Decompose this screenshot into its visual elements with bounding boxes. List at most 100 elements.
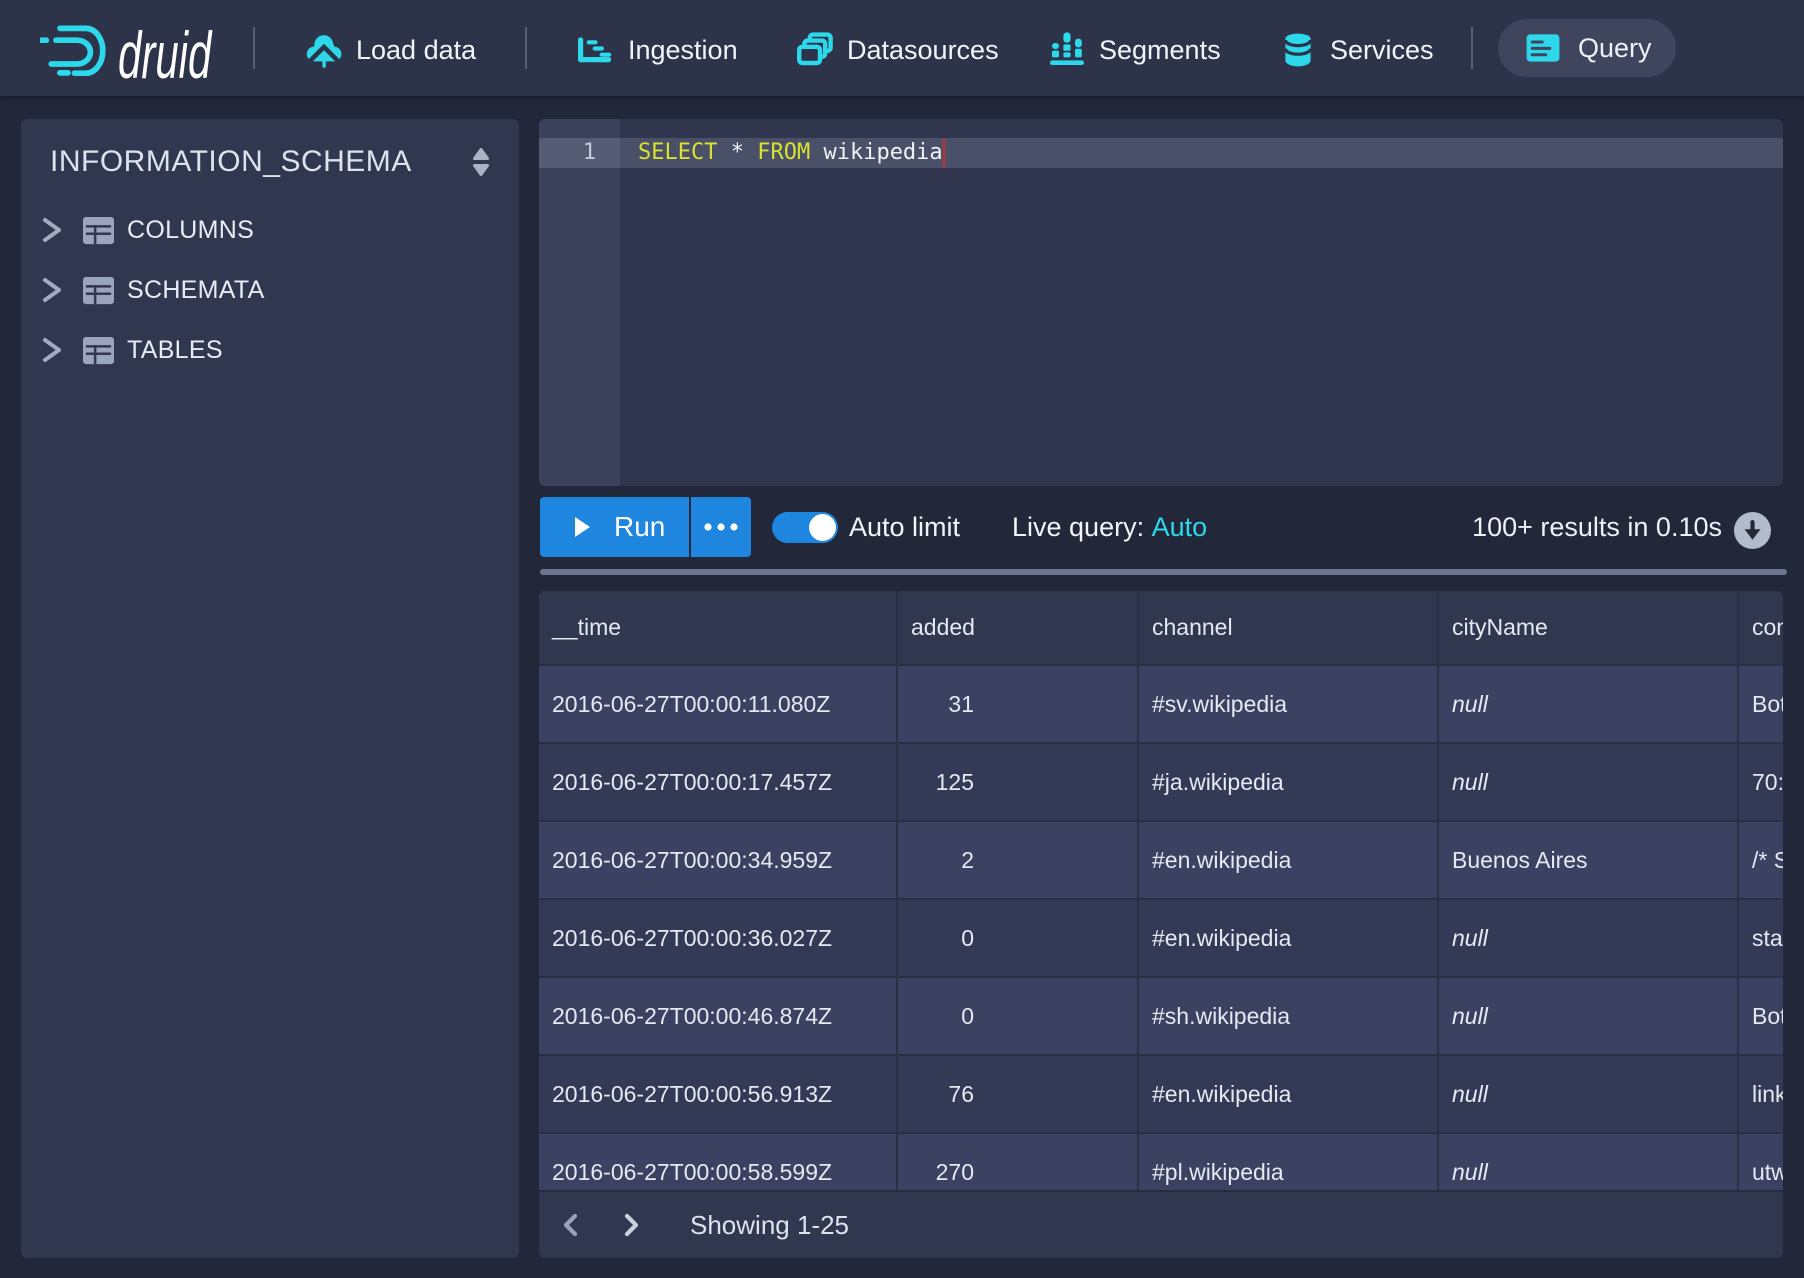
table-cell[interactable]: 2 [898,822,1139,900]
nav-label-load-data: Load data [356,35,476,66]
run-button-label: Run [614,511,665,543]
null-value: null [1452,1159,1488,1186]
nav-item-load-data[interactable]: Load data [306,2,476,98]
tree-item-label: SCHEMATA [127,276,265,305]
grouped-bar-chart-icon [1049,32,1085,68]
null-value: null [1452,691,1488,718]
results-panel: __timeaddedchannelcityNamecomment 2016-0… [539,591,1783,1258]
next-page-button[interactable] [620,1203,644,1247]
column-header-added[interactable]: added [898,591,1139,666]
numeric-value: 31 [911,691,974,718]
table-cell[interactable]: 76 [898,1056,1139,1134]
nav-label-services: Services [1330,35,1434,66]
column-header-cityName[interactable]: cityName [1439,591,1739,666]
null-value: null [1452,1081,1488,1108]
sql-editor[interactable]: 1 SELECT * FROM wikipedia [539,119,1783,486]
table-cell[interactable]: null [1439,1056,1739,1134]
table-cell[interactable]: stats: updated infobox [1739,900,1783,978]
more-icon [701,522,741,532]
nav-label-datasources: Datasources [847,35,999,66]
table-cell[interactable]: 70:32:... [1739,744,1783,822]
table-icon [83,335,114,366]
auto-limit-toggle[interactable] [772,512,838,543]
table-cell[interactable]: 2016-06-27T00:00:36.027Z [539,900,898,978]
numeric-value: 125 [911,769,974,796]
table-cell[interactable]: links [1739,1056,1783,1134]
table-cell[interactable]: #sh.wikipedia [1139,978,1439,1056]
live-query-value: Auto [1152,512,1208,542]
nav-divider-2 [525,27,527,69]
run-button[interactable]: Run [540,497,689,557]
gantt-chart-icon [578,32,614,68]
table-row: 2016-06-27T00:00:36.027Z0#en.wikipedianu… [539,900,1783,978]
prev-page-button[interactable] [558,1203,582,1247]
table-cell[interactable]: Buenos Aires [1439,822,1739,900]
column-header-comment[interactable]: comment [1739,591,1783,666]
table-cell[interactable]: 2016-06-27T00:00:34.959Z [539,822,898,900]
tree-item-label: COLUMNS [127,216,254,245]
chevron-right-icon [620,1208,644,1242]
auto-limit-label: Auto limit [849,497,960,557]
download-icon[interactable] [1734,512,1771,549]
table-cell[interactable]: #sv.wikipedia [1139,666,1439,744]
schema-sidebar: INFORMATION_SCHEMA COLUMNS SCHEMATA TABLES [21,119,519,1258]
tree-item-tables[interactable]: TABLES [21,320,519,380]
table-cell[interactable]: null [1439,666,1739,744]
table-cell[interactable]: 2016-06-27T00:00:17.457Z [539,744,898,822]
nav-item-datasources[interactable]: Datasources [797,2,999,98]
table-cell[interactable]: 125 [898,744,1139,822]
nav-item-segments[interactable]: Segments [1049,2,1221,98]
table-cell[interactable]: 0 [898,978,1139,1056]
numeric-value: 2 [911,847,974,874]
table-row: 2016-06-27T00:00:46.874Z0#sh.wikipedianu… [539,978,1783,1056]
table-cell[interactable]: 0 [898,900,1139,978]
chevron-right-icon[interactable] [40,276,64,304]
play-icon [566,512,596,542]
editor-gutter [539,119,620,486]
results-info-text: 100+ results in 0.10s [1472,497,1722,557]
schema-tree: COLUMNS SCHEMATA TABLES [21,200,519,380]
chevron-left-icon [558,1208,582,1242]
database-icon [1280,32,1316,68]
table-row: 2016-06-27T00:00:34.959Z 2 #en.wikipediaBu… [539,822,1783,900]
chevron-right-icon[interactable] [40,336,64,364]
nav-item-services[interactable]: Services [1280,2,1434,98]
text-cursor [942,138,946,168]
table-cell[interactable]: #en.wikipedia [1139,900,1439,978]
table-cell[interactable]: Bot: Automatska zamjena teksta [1739,978,1783,1056]
chevron-right-icon[interactable] [40,216,64,244]
table-cell[interactable]: 2016-06-27T00:00:11.080Z [539,666,898,744]
table-cell[interactable]: 2016-06-27T00:00:46.874Z [539,978,898,1056]
druid-wordmark-text: druid [118,18,213,80]
table-cell[interactable]: null [1439,744,1739,822]
run-bar: Run Auto limit Live query: Auto 100+ res… [539,497,1783,557]
column-header-time[interactable]: __time [539,591,898,666]
tree-item-label: TABLES [127,336,223,365]
null-value: null [1452,769,1488,796]
nav-item-ingestion[interactable]: Ingestion [578,2,738,98]
sql-query-text[interactable]: SELECT * FROM wikipedia [638,138,946,168]
horizontal-splitter[interactable] [540,569,1787,575]
table-header-row: __timeaddedchannelcityNamecomment [539,591,1783,666]
tree-item-columns[interactable]: COLUMNS [21,200,519,260]
schema-select-value: INFORMATION_SCHEMA [50,145,412,179]
table-cell[interactable]: /* Status of peremptory norms under inte… [1739,822,1783,900]
table-cell[interactable]: null [1439,900,1739,978]
table-cell[interactable]: 2016-06-27T00:00:56.913Z [539,1056,898,1134]
table-cell[interactable]: #ja.wikipedia [1139,744,1439,822]
druid-logo-icon[interactable] [40,14,110,82]
live-query-label: Live query: [1012,512,1144,542]
table-cell[interactable]: null [1439,978,1739,1056]
schema-select[interactable]: INFORMATION_SCHEMA [50,129,505,195]
live-query-control[interactable]: Live query: Auto [1012,497,1207,557]
table-cell[interactable]: 31 [898,666,1139,744]
column-header-channel[interactable]: channel [1139,591,1439,666]
table-cell[interactable]: Botskapande Indonesien omdirigering [1739,666,1783,744]
run-more-button[interactable] [691,497,751,557]
table-cell[interactable]: #en.wikipedia [1139,822,1439,900]
nav-item-query-active[interactable]: Query [1498,19,1676,77]
table-cell[interactable]: #en.wikipedia [1139,1056,1439,1134]
numeric-value: 270 [911,1159,974,1186]
druid-wordmark[interactable]: druid [103,16,233,80]
tree-item-schemata[interactable]: SCHEMATA [21,260,519,320]
